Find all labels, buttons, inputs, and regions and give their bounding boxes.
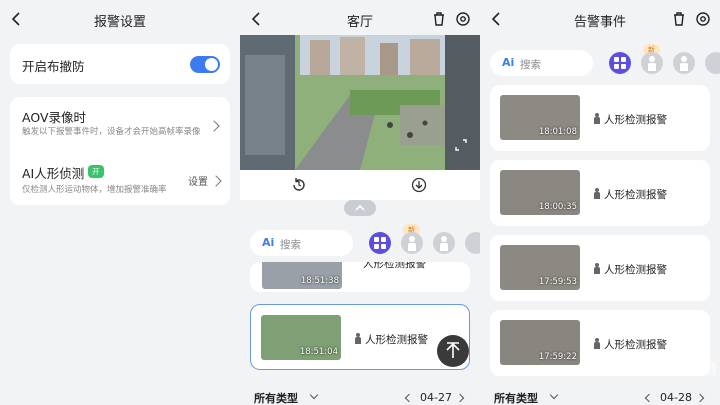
event-time: 17:59:53 <box>538 277 577 287</box>
event-time: 18:01:08 <box>538 127 577 137</box>
live-view-panel: 客厅 Ai 搜索 新 18:51:38 人形检测报警 18:51:04 人形检测… <box>240 0 480 405</box>
event-thumbnail: 18:01:08 <box>500 95 580 140</box>
filter-all-button[interactable] <box>609 52 631 74</box>
filter-person-button[interactable] <box>401 232 423 254</box>
motion-icon <box>440 236 448 251</box>
watermark: 新 浪 众 测 <box>630 360 719 378</box>
event-thumbnail: 18:51:04 <box>261 315 341 360</box>
filter-more-button[interactable] <box>465 232 480 254</box>
event-label: 人形检测报警 <box>604 339 667 351</box>
next-date-button[interactable] <box>455 393 465 403</box>
ai-settings-link[interactable]: 设置 <box>188 173 208 188</box>
ai-label: AI人形侦测 <box>22 166 85 181</box>
event-label: 人形检测报警 <box>363 262 426 270</box>
chevron-right-icon <box>210 175 222 187</box>
delete-button[interactable] <box>670 10 688 28</box>
filter-motion-button[interactable] <box>433 232 455 254</box>
person-icon <box>408 236 416 251</box>
event-thumbnail: 18:51:38 <box>262 262 342 289</box>
person-icon <box>594 338 600 349</box>
event-label: 人形检测报警 <box>604 189 667 201</box>
ai-row[interactable]: AI人形侦测 开 仅检测人形运动物体，增加报警准确率 设置 <box>10 155 230 205</box>
video-controls <box>240 170 480 200</box>
download-icon[interactable] <box>411 177 427 193</box>
gear-icon <box>696 12 710 26</box>
search-placeholder: 搜索 <box>280 239 301 251</box>
settings-button[interactable] <box>694 10 712 28</box>
event-label: 人形检测报警 <box>604 114 667 126</box>
camera-feed-image <box>240 35 480 170</box>
event-item-selected[interactable]: 18:51:04 人形检测报警 <box>250 304 470 370</box>
ai-logo: Ai <box>502 56 515 69</box>
top-bar: 告警事件 <box>480 0 720 38</box>
top-bar: 报警设置 <box>0 0 240 38</box>
alarm-events-panel: 告警事件 Ai 搜索 新 18:01:08 人形检测报警 18:00:35 人形… <box>480 0 720 405</box>
filter-more-button[interactable] <box>705 52 720 74</box>
event-label: 人形检测报警 <box>365 334 428 346</box>
event-thumbnail: 17:59:22 <box>500 320 580 365</box>
arrow-up-icon <box>446 342 460 358</box>
event-thumbnail: 18:00:35 <box>500 170 580 215</box>
event-time: 18:51:38 <box>300 276 339 286</box>
screen: 报警设置 开启布撤防 AOV录像时 触发以下报警事件时，设备才会开始高帧率录像 … <box>0 0 720 405</box>
type-filter[interactable]: 所有类型 <box>494 390 538 405</box>
scroll-top-button[interactable] <box>437 335 469 367</box>
chevron-down-icon <box>549 390 559 400</box>
motion-icon <box>680 56 688 71</box>
date-label: 04-27 <box>420 391 452 404</box>
event-time: 18:00:35 <box>538 202 577 212</box>
arm-card: 开启布撤防 <box>10 44 230 84</box>
ai-status-badge: 开 <box>88 165 104 178</box>
event-thumbnail: 17:59:53 <box>500 245 580 290</box>
next-date-button[interactable] <box>695 393 705 403</box>
live-video[interactable] <box>240 35 480 170</box>
event-item[interactable]: 18:01:08 人形检测报警 <box>490 85 710 151</box>
person-icon <box>648 56 656 71</box>
type-filter[interactable]: 所有类型 <box>254 390 298 405</box>
person-icon <box>594 188 600 199</box>
chevron-up-icon <box>355 204 365 211</box>
person-icon <box>594 113 600 124</box>
event-item[interactable]: 18:00:35 人形检测报警 <box>490 160 710 226</box>
event-time: 18:51:04 <box>299 347 338 357</box>
arm-toggle[interactable] <box>190 56 220 73</box>
prev-date-button[interactable] <box>644 393 654 403</box>
ai-desc: 仅检测人形运动物体，增加报警准确率 <box>22 185 167 195</box>
arm-label: 开启布撤防 <box>22 59 85 74</box>
prev-date-button[interactable] <box>404 393 414 403</box>
delete-button[interactable] <box>430 10 448 28</box>
gear-icon <box>456 12 470 26</box>
chevron-down-icon <box>309 390 319 400</box>
page-title: 报警设置 <box>93 15 146 30</box>
person-icon <box>594 263 600 274</box>
trash-icon <box>434 12 444 26</box>
aov-label: AOV录像时 <box>22 110 87 125</box>
search-placeholder: 搜索 <box>520 59 541 71</box>
search-box[interactable]: Ai 搜索 <box>490 50 593 76</box>
search-box[interactable]: Ai 搜索 <box>250 230 353 256</box>
filter-person-button[interactable] <box>641 52 663 74</box>
filter-motion-button[interactable] <box>673 52 695 74</box>
event-item[interactable]: 18:51:38 人形检测报警 <box>250 262 470 292</box>
trash-icon <box>674 12 684 26</box>
filter-all-button[interactable] <box>369 232 391 254</box>
date-label: 04-28 <box>660 391 692 404</box>
aov-row[interactable]: AOV录像时 触发以下报警事件时，设备才会开始高帧率录像 <box>10 97 230 151</box>
event-time: 17:59:22 <box>538 352 577 362</box>
settings-card: AOV录像时 触发以下报警事件时，设备才会开始高帧率录像 AI人形侦测 开 仅检… <box>10 97 230 205</box>
event-item[interactable]: 17:59:53 人形检测报警 <box>490 235 710 301</box>
aov-desc: 触发以下报警事件时，设备才会开始高帧率录像 <box>22 127 201 137</box>
event-label: 人形检测报警 <box>604 264 667 276</box>
settings-button[interactable] <box>454 10 472 28</box>
replay-icon[interactable] <box>291 177 307 193</box>
person-icon <box>355 333 361 344</box>
collapse-button[interactable] <box>344 200 376 216</box>
chevron-right-icon <box>208 120 220 132</box>
ai-logo: Ai <box>262 236 275 249</box>
fullscreen-icon[interactable] <box>454 138 468 152</box>
alarm-settings-panel: 报警设置 开启布撤防 AOV录像时 触发以下报警事件时，设备才会开始高帧率录像 … <box>0 0 240 405</box>
top-bar: 客厅 <box>240 0 480 38</box>
